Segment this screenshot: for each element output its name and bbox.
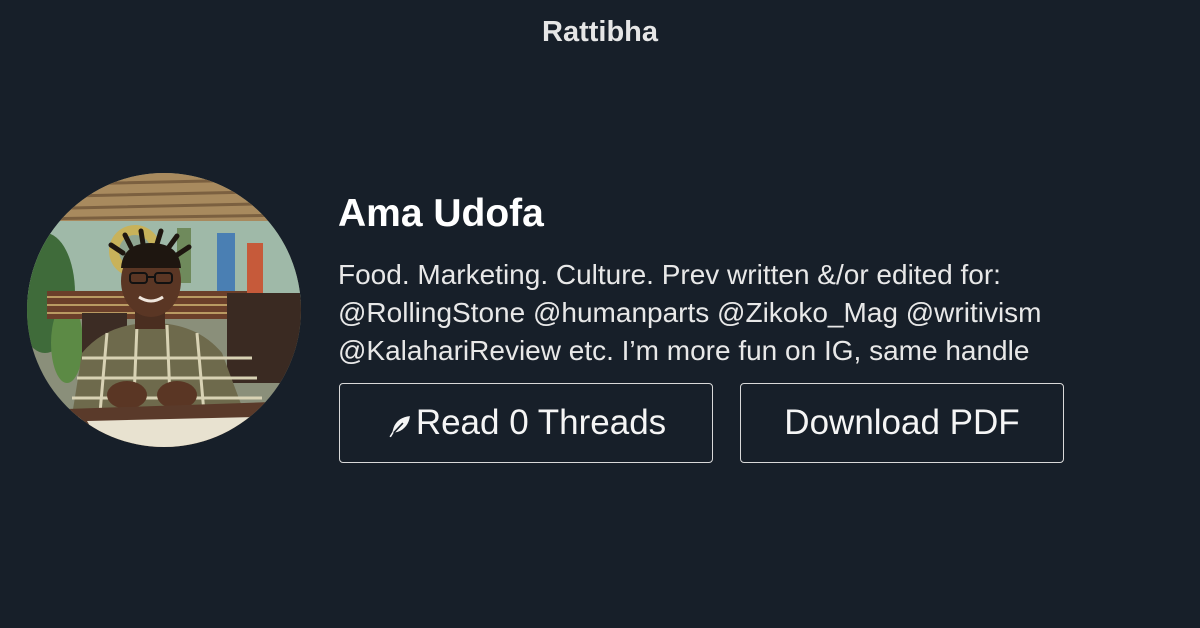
download-pdf-button[interactable]: Download PDF [740, 383, 1064, 463]
avatar [27, 173, 301, 447]
read-threads-button[interactable]: Read 0 Threads [339, 383, 713, 463]
bio-line: @RollingStone @humanparts @Zikoko_Mag @w… [338, 297, 1042, 328]
feather-icon [389, 416, 410, 438]
download-pdf-label: Download PDF [784, 403, 1020, 442]
brand-title: Rattibha [542, 16, 658, 48]
bio-line: @KalahariReview etc. I’m more fun on IG,… [338, 335, 1030, 366]
bio-line: Food. Marketing. Culture. Prev written &… [338, 259, 1001, 290]
read-threads-label: Read 0 Threads [415, 403, 667, 442]
profile-name: Ama Udofa [338, 192, 544, 235]
profile-bio: Food. Marketing. Culture. Prev written &… [338, 256, 1178, 370]
avatar-photo [27, 173, 301, 447]
